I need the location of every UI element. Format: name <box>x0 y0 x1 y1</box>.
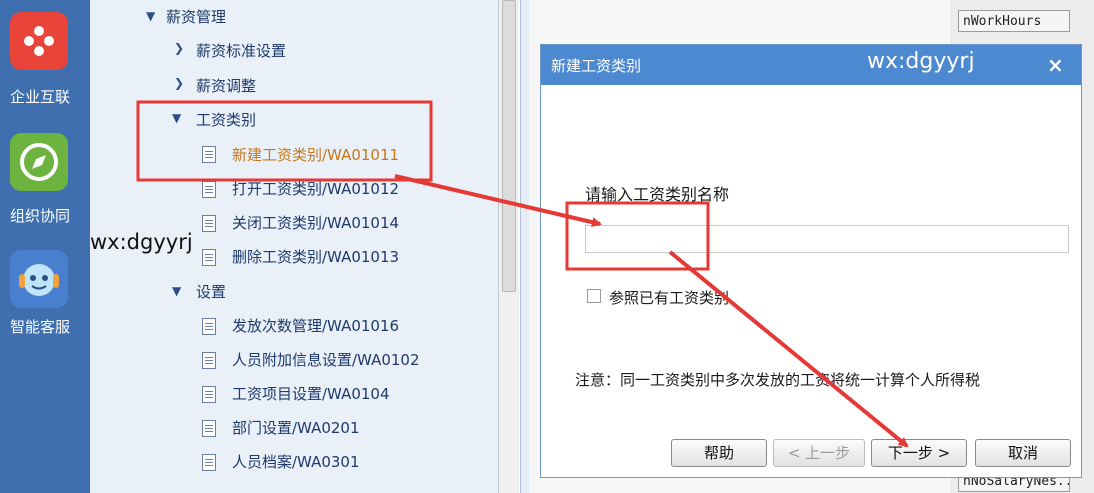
document-icon <box>202 386 216 403</box>
cancel-button[interactable]: 取消 <box>975 439 1071 467</box>
rail-label-collab[interactable]: 组织协同 <box>0 205 80 226</box>
tree-node-open-category[interactable]: 打开工资类别/WA01012 <box>232 176 399 202</box>
help-button[interactable]: 帮助 <box>671 439 767 467</box>
document-icon <box>202 454 216 471</box>
grid-cell-top: nWorkHours <box>958 10 1070 32</box>
tree-node-settings[interactable]: 设置 <box>196 279 226 305</box>
tree-node-wage-category[interactable]: 工资类别 <box>196 107 256 133</box>
dialog-watermark: wx:dgyyrj <box>867 49 975 74</box>
app-rail: 企业互联 组织协同 智能客服 <box>0 0 90 493</box>
headset-robot-icon[interactable] <box>10 250 68 308</box>
new-wage-category-dialog: 新建工资类别 wx:dgyyrj × 请输入工资类别名称 参照已有工资类别 注意… <box>540 44 1082 478</box>
chevron-down-icon[interactable]: ▼ <box>172 111 181 125</box>
tree-node-department[interactable]: 部门设置/WA0201 <box>232 415 360 441</box>
reference-existing-label[interactable]: 参照已有工资类别 <box>609 287 729 308</box>
close-icon[interactable]: × <box>1047 53 1064 77</box>
dialog-title: 新建工资类别 <box>551 57 642 75</box>
document-icon <box>202 146 216 163</box>
tree-node-salary-management[interactable]: 薪资管理 <box>166 4 226 30</box>
next-button[interactable]: 下一步 > <box>871 439 967 467</box>
document-icon <box>202 318 216 335</box>
chevron-right-icon[interactable]: ❯ <box>174 41 184 55</box>
chevron-down-icon[interactable]: ▼ <box>172 284 181 298</box>
prev-button[interactable]: < 上一步 <box>773 439 865 467</box>
reference-existing-checkbox[interactable] <box>587 289 601 303</box>
tree-node-salary-standard[interactable]: 薪资标准设置 <box>196 38 286 64</box>
chevron-down-icon[interactable]: ▼ <box>146 9 155 23</box>
compass-icon[interactable] <box>10 133 68 191</box>
tree-node-issue-count[interactable]: 发放次数管理/WA01016 <box>232 313 399 339</box>
document-icon <box>202 352 216 369</box>
document-icon <box>202 215 216 232</box>
tree-node-salary-adjust[interactable]: 薪资调整 <box>196 73 256 99</box>
document-icon <box>202 420 216 437</box>
tree-scroll-thumb[interactable] <box>502 0 516 292</box>
tree-node-close-category[interactable]: 关闭工资类别/WA01014 <box>232 210 399 236</box>
rail-label-enterprise[interactable]: 企业互联 <box>0 86 80 107</box>
tree-node-person-extra-info[interactable]: 人员附加信息设置/WA0102 <box>232 347 420 373</box>
tree-node-personnel-file[interactable]: 人员档案/WA0301 <box>232 449 360 475</box>
tree-node-wage-items[interactable]: 工资项目设置/WA0104 <box>232 381 390 407</box>
watermark-left: wx:dgyyrj <box>90 230 193 254</box>
category-name-input[interactable] <box>585 225 1069 253</box>
tree-node-delete-category[interactable]: 删除工资类别/WA01013 <box>232 244 399 270</box>
dialog-title-bar[interactable]: 新建工资类别 wx:dgyyrj × <box>541 45 1081 85</box>
category-name-prompt: 请输入工资类别名称 <box>585 185 730 204</box>
tree-node-new-category[interactable]: 新建工资类别/WA01011 <box>232 142 399 168</box>
document-icon <box>202 181 216 198</box>
document-icon <box>202 249 216 266</box>
rail-label-service[interactable]: 智能客服 <box>0 316 80 337</box>
tax-note: 注意：同一工资类别中多次发放的工资将统一计算个人所得税 <box>575 371 981 389</box>
enterprise-link-icon[interactable] <box>10 12 68 70</box>
chevron-right-icon[interactable]: ❯ <box>174 76 184 90</box>
